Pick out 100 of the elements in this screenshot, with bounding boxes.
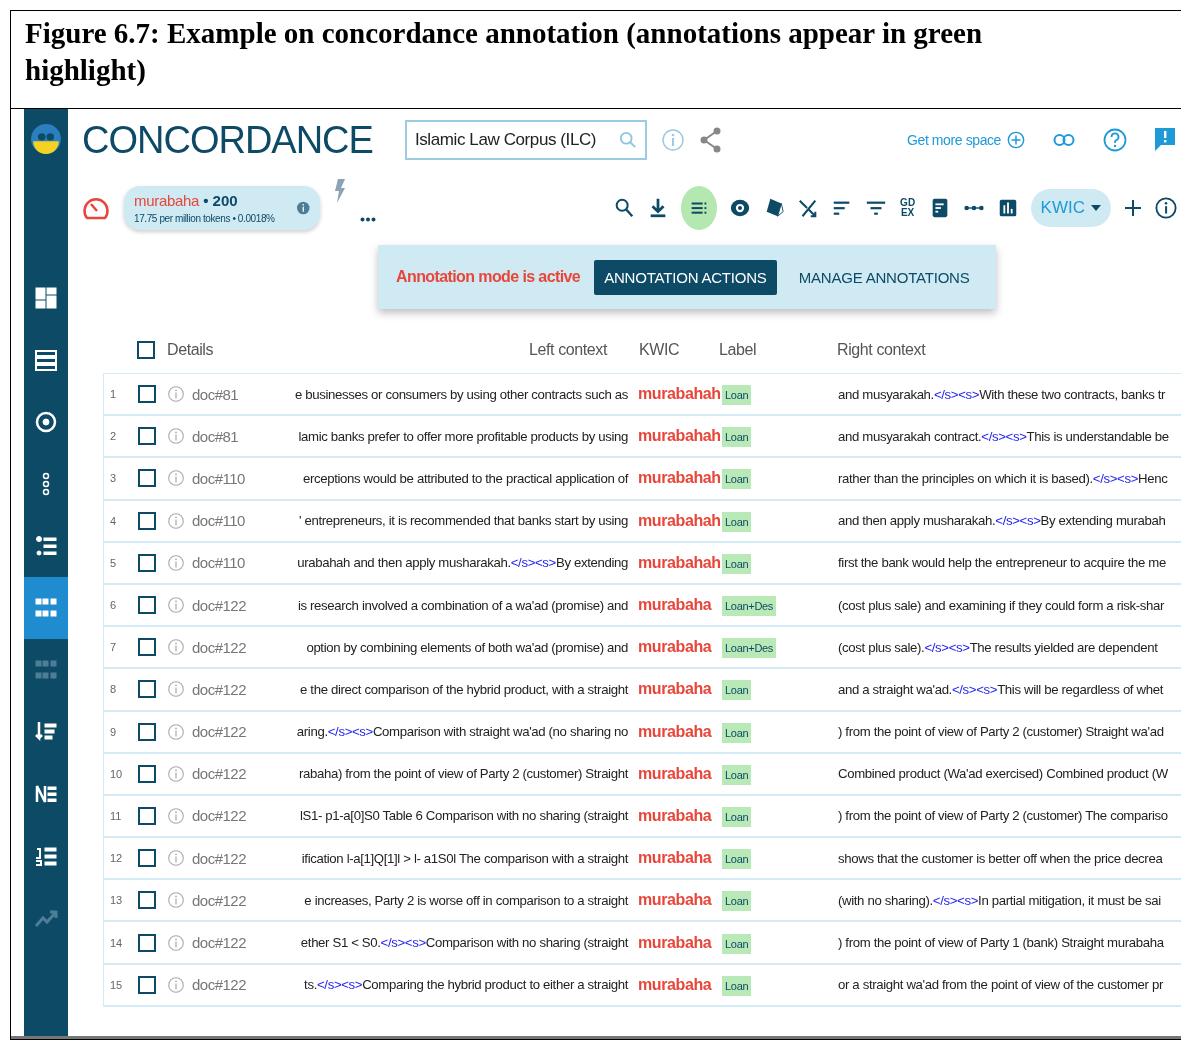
row-checkbox[interactable]	[138, 933, 156, 952]
row-checkbox[interactable]	[138, 891, 156, 910]
annotation-label[interactable]: Loan	[722, 806, 752, 827]
document-id[interactable]: doc#122	[188, 891, 250, 909]
annotation-label[interactable]: Loan	[722, 933, 752, 954]
keyword[interactable]: murabaha	[638, 891, 712, 909]
keyword[interactable]: murabaha	[638, 722, 712, 740]
corpus-field[interactable]: Islamic Law Corpus (ILC)	[404, 120, 647, 160]
left-context: ether S1 < S0.</s><s>Comparison with no sharing (straight	[299, 935, 628, 951]
right-context: or a straight wa'ad from the point of view of the customer pr	[837, 977, 1165, 993]
row-checkbox[interactable]	[138, 469, 156, 488]
left-context: rabaha) from the point of view of Party 2 (customer) Straight	[298, 766, 628, 782]
keyword[interactable]: murabaha	[638, 638, 712, 656]
right-context: Combined product (Wa'ad exercised) Combined product (W	[837, 766, 1169, 782]
right-context: ) from the point of view of Party 2 (customer) Straight wa'ad	[837, 724, 1165, 740]
row-checkbox[interactable]	[138, 638, 156, 657]
annotation-tab[interactable]: MANAGE ANNOTATIONS	[788, 259, 980, 295]
row-checkbox[interactable]	[138, 385, 156, 404]
document-id[interactable]: doc#81	[188, 385, 250, 403]
document-id[interactable]: doc#110	[188, 512, 250, 530]
keyword[interactable]: murabaha	[638, 596, 712, 614]
view-dropdown[interactable]: KWIC	[1030, 189, 1111, 227]
document-id[interactable]: doc#122	[188, 807, 250, 825]
right-context: and a straight wa'ad.</s><s>This will be regardless of whet	[837, 681, 1165, 697]
keyword[interactable]: murabaha	[638, 680, 712, 698]
right-context: and musyarakah contract.</s><s>This is understandable be	[837, 428, 1170, 444]
left-context: ts.</s><s>Comparing the hybrid product to either a straight	[303, 977, 628, 993]
lines-icon[interactable]	[680, 186, 717, 230]
document-id[interactable]: doc#122	[188, 596, 250, 614]
figure-caption: Figure 6.7: Example on concordance annotation (annotations appear in green highlight)	[11, 11, 1181, 109]
keyword[interactable]: murabaha	[638, 933, 712, 951]
left-context: is research involved a combination of a wa'ad (promise) and	[296, 597, 628, 613]
eye-icon[interactable]	[728, 197, 751, 219]
right-context: (cost plus sale).</s><s>The results yielded are dependent	[837, 639, 1159, 655]
keyword[interactable]: murabahah	[638, 427, 721, 445]
row-checkbox[interactable]	[138, 511, 156, 530]
keyword[interactable]: murabaha	[638, 764, 712, 782]
right-context: and then apply musharakah.</s><s>By extending murabah	[837, 513, 1167, 529]
annotation-label[interactable]: Loan	[722, 764, 752, 785]
link-icon[interactable]	[1053, 133, 1075, 147]
grid-icon[interactable]	[24, 577, 68, 639]
more-icon[interactable]	[360, 216, 376, 222]
row-checkbox[interactable]	[138, 553, 156, 572]
annotation-label[interactable]: Loan	[722, 680, 752, 701]
lightning-icon[interactable]	[334, 179, 346, 203]
info-icon[interactable]	[1155, 197, 1177, 219]
annotation-label[interactable]: Loan	[722, 722, 752, 743]
gdex-button[interactable]: GD EX	[898, 198, 917, 218]
caret-icon[interactable]	[1091, 205, 1101, 211]
row-checkbox[interactable]	[138, 722, 156, 741]
keyword[interactable]: murabaha	[638, 806, 712, 824]
document-id[interactable]: doc#122	[188, 976, 250, 994]
keyword[interactable]: murabahah	[638, 511, 721, 529]
select-all-checkbox[interactable]	[137, 341, 155, 359]
annotation-label[interactable]: Loan+Des	[722, 596, 777, 617]
row-checkbox[interactable]	[138, 806, 156, 825]
annotation-status: Annotation mode is active	[396, 268, 581, 286]
annotation-label[interactable]: Loan	[722, 511, 752, 532]
annotation-label[interactable]: Loan	[722, 385, 752, 406]
annotation-tab[interactable]: ANNOTATION ACTIONS	[594, 259, 777, 295]
row-checkbox[interactable]	[138, 975, 156, 994]
keyword[interactable]: murabahah	[638, 553, 721, 571]
document-id[interactable]: doc#110	[188, 469, 250, 487]
row-checkbox[interactable]	[138, 427, 156, 446]
left-context: e the direct comparison of the hybrid product, with a straight	[299, 681, 628, 697]
row-checkbox[interactable]	[138, 596, 156, 615]
keyword[interactable]: murabahah	[638, 469, 721, 487]
left-context: ification l-a[1]Q[1]l > l- a1S0l The comparison with a straight	[300, 850, 628, 866]
keyword[interactable]: murabahah	[638, 385, 721, 403]
annotation-label[interactable]: Loan	[722, 891, 752, 912]
document-id[interactable]: doc#110	[188, 554, 250, 572]
row-number: 13	[109, 894, 124, 907]
document-id[interactable]: doc#122	[188, 849, 250, 867]
annotation-label[interactable]: Loan	[722, 427, 752, 448]
annotation-label[interactable]: Loan	[722, 975, 752, 996]
row-checkbox[interactable]	[138, 680, 156, 699]
row-checkbox[interactable]	[138, 764, 156, 783]
document-id[interactable]: doc#122	[188, 680, 250, 698]
help-icon[interactable]	[1103, 128, 1127, 152]
row-number: 15	[109, 978, 124, 991]
annotation-label[interactable]: Loan+Des	[722, 638, 777, 659]
annotation-label[interactable]: Loan	[722, 849, 752, 870]
document-id[interactable]: doc#122	[188, 765, 250, 783]
document-id[interactable]: doc#122	[188, 638, 250, 656]
feedback-icon[interactable]	[1155, 128, 1175, 152]
document-id[interactable]: doc#122	[188, 723, 250, 741]
query-term: murabaha	[134, 192, 200, 209]
column-header: Right context	[836, 341, 927, 359]
keyword[interactable]: murabaha	[638, 849, 712, 867]
share-icon[interactable]	[698, 127, 723, 153]
row-checkbox[interactable]	[138, 849, 156, 868]
document-id[interactable]: doc#122	[188, 934, 250, 952]
get-more-space-link[interactable]: Get more space	[907, 132, 1001, 148]
keyword[interactable]: murabaha	[638, 975, 712, 993]
left-context: urabahah and then apply musharakah.</s><s>By extending	[296, 555, 628, 571]
shuffle-icon[interactable]	[796, 197, 819, 219]
plus-icon[interactable]	[1123, 198, 1143, 218]
annotation-label[interactable]: Loan	[722, 553, 752, 574]
document-id[interactable]: doc#81	[188, 427, 250, 445]
annotation-label[interactable]: Loan	[722, 469, 752, 490]
